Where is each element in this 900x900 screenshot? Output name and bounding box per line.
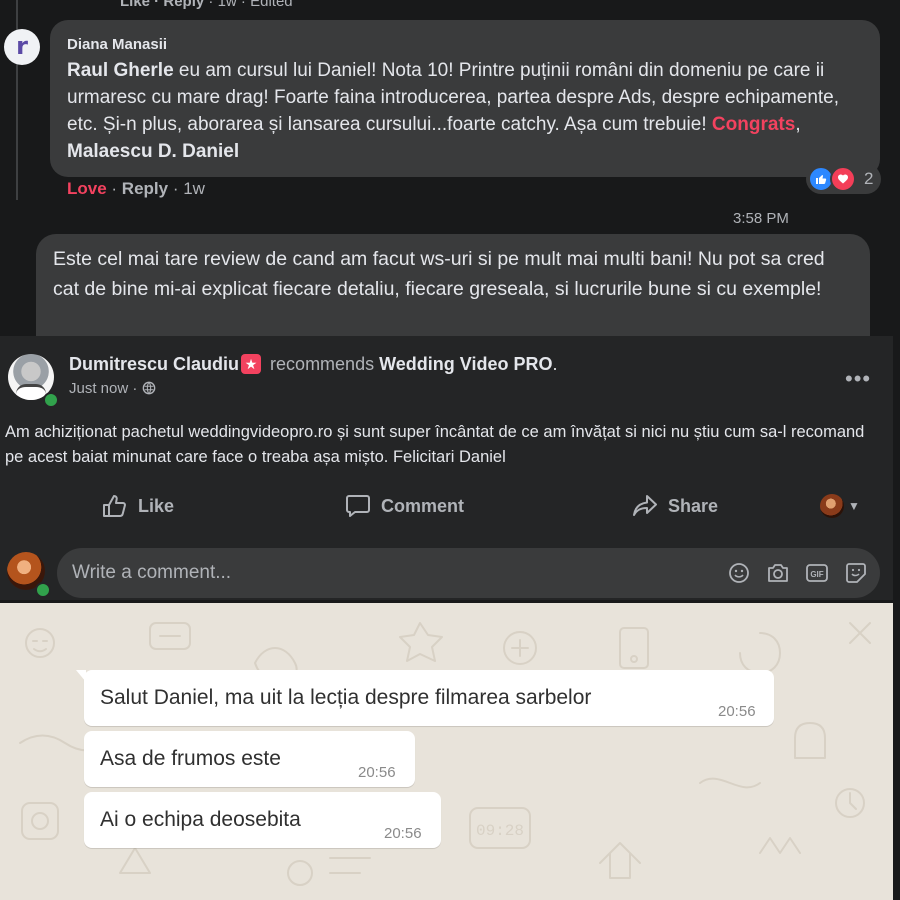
svg-text:09:28: 09:28 (476, 822, 524, 840)
comment-placeholder: Write a comment... (72, 562, 232, 583)
globe-icon (142, 381, 155, 395)
heart-reaction-icon (830, 166, 856, 192)
whatsapp-chat: 09:28 Salut Daniel, ma uit la lecția des… (0, 603, 893, 900)
post-text: Am achiziționat pachetul weddingvideopro… (5, 423, 865, 466)
message-text: Este cel mai tare review de cand am facu… (53, 248, 825, 300)
reply-link[interactable]: Reply (163, 0, 204, 10)
online-indicator (43, 392, 59, 408)
emoji-icon[interactable] (727, 561, 751, 585)
comment-time[interactable]: 1w (183, 179, 205, 198)
bubble-tail (76, 670, 86, 682)
gif-icon[interactable]: GIF (805, 561, 829, 585)
comment-comma: , (795, 114, 801, 135)
previous-comment-actions: Like · Reply · 1w · Edited (120, 0, 293, 10)
message-time: 20:56 (384, 825, 422, 842)
chat-message: Salut Daniel, ma uit la lecția despre fi… (76, 670, 774, 726)
comment-input[interactable]: Write a comment... GIF (57, 548, 880, 598)
comment-time[interactable]: 1w (218, 0, 237, 10)
reply-link[interactable]: Reply (122, 179, 168, 198)
reaction-summary[interactable]: 2 (806, 164, 882, 194)
post-actions: Like Comment Share ▼ (0, 494, 893, 526)
reaction-audience-selector[interactable]: ▼ (820, 494, 860, 518)
svg-text:GIF: GIF (810, 570, 823, 579)
like-label: Like (138, 495, 175, 516)
message-text: Ai o echipa deosebita (100, 808, 301, 831)
message-time: 20:56 (718, 703, 756, 720)
message-text: Asa de frumos este (100, 747, 281, 770)
edited-label: Edited (250, 0, 293, 10)
more-options-icon[interactable]: ••• (845, 366, 871, 392)
share-label: Share (668, 495, 719, 516)
comment-icon (346, 495, 370, 517)
like-link[interactable]: Like (120, 0, 150, 10)
message-timestamp: 3:58 PM (733, 210, 789, 227)
facebook-comment-thread: Like · Reply · 1w · Edited r Diana Manas… (0, 0, 900, 336)
post-time[interactable]: Just now (69, 380, 128, 397)
message-time: 20:56 (358, 764, 396, 781)
author-name[interactable]: Dumitrescu Claudiu (69, 354, 239, 374)
recommends-label: recommends (270, 354, 375, 374)
congrats-text: Congrats (711, 114, 796, 135)
comment-bubble: Diana Manasii Raul Gherle eu am cursul l… (50, 20, 880, 177)
online-indicator (35, 582, 51, 598)
mention-link[interactable]: Malaescu D. Daniel (67, 141, 239, 162)
mention-link[interactable]: Raul Gherle (67, 60, 174, 81)
comment-label: Comment (381, 495, 465, 516)
avatar-letter: r (16, 31, 28, 60)
love-reaction-link[interactable]: Love (67, 179, 107, 198)
star-badge-icon: ★ (241, 354, 262, 374)
thumbs-up-icon (103, 495, 126, 517)
like-button[interactable]: Like (102, 494, 174, 518)
share-button[interactable]: Share (632, 494, 718, 518)
page-suffix: . (552, 354, 558, 374)
facebook-recommendation-post: Dumitrescu Claudiu ★ recommends Wedding V… (0, 336, 893, 600)
comment-author[interactable]: Diana Manasii (67, 34, 864, 56)
post-meta: Just now · (69, 380, 156, 397)
page-name[interactable]: Wedding Video PRO (379, 354, 552, 374)
post-header: Dumitrescu Claudiu ★ recommends Wedding V… (69, 354, 557, 375)
comment-button[interactable]: Comment (345, 494, 464, 518)
sticker-icon[interactable] (844, 561, 868, 585)
comment-actions: Love · Reply · 1w (67, 179, 205, 198)
profile-avatar (820, 494, 844, 518)
chevron-down-icon: ▼ (848, 499, 860, 513)
chat-message: Ai o echipa deosebita 20:56 (84, 792, 441, 848)
share-icon (633, 495, 657, 516)
avatar[interactable]: r (4, 29, 40, 65)
message-bubble: Este cel mai tare review de cand am facu… (36, 234, 870, 336)
message-text: Salut Daniel, ma uit la lecția despre fi… (100, 686, 592, 709)
reaction-count: 2 (864, 169, 874, 188)
comment-text: Raul Gherle eu am cursul lui Daniel! Not… (67, 57, 864, 165)
chat-message: Asa de frumos este 20:56 (84, 731, 415, 787)
comment-input-icons: GIF (727, 561, 868, 585)
camera-icon[interactable] (766, 561, 790, 585)
